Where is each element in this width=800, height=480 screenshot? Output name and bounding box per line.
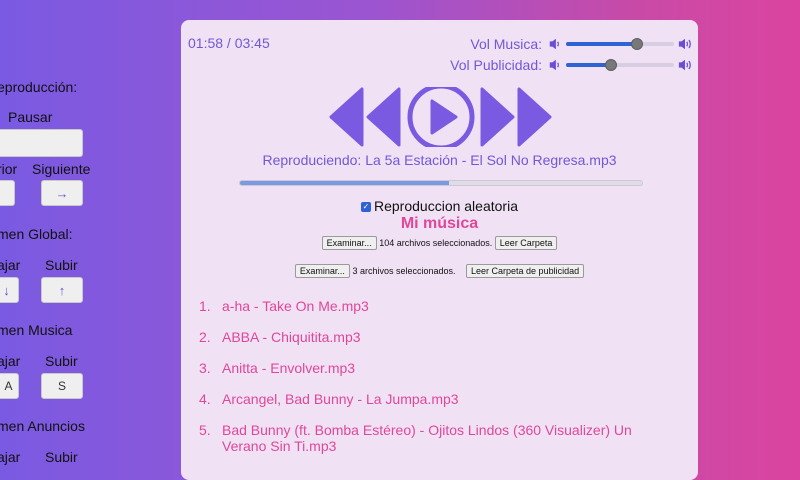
play-icon[interactable]: [407, 87, 475, 147]
pause-button[interactable]: [0, 129, 83, 157]
volume-low-icon[interactable]: [548, 37, 562, 51]
ads-volume-label: men Anuncios: [0, 418, 85, 434]
song-title: ABBA - Chiquitita.mp3: [222, 329, 361, 345]
next-button[interactable]: →: [41, 180, 83, 206]
playlist-item[interactable]: 2. ABBA - Chiquitita.mp3: [199, 329, 669, 345]
music-down-key: A: [4, 379, 13, 393]
previous-label: rior: [0, 161, 18, 177]
music-volume-label: men Musica: [0, 322, 73, 338]
global-down-label: ajar: [0, 257, 21, 273]
playback-progress-bar[interactable]: [239, 180, 643, 186]
music-volume-control: Vol Musica:: [470, 36, 692, 52]
section-title: Mi música: [400, 215, 479, 232]
global-up-label: Subir: [45, 257, 78, 273]
music-file-picker: Examinar... 104 archivos seleccionados. …: [181, 236, 698, 250]
shuffle-label: Reproduccion aleatoria: [374, 198, 518, 214]
volume-low-icon[interactable]: [548, 58, 562, 72]
pause-label: Pausar: [8, 109, 53, 125]
global-volume-label: men Global:: [0, 226, 73, 242]
playlist-item[interactable]: 3. Anitta - Envolver.mp3: [199, 360, 669, 376]
global-volume-down-button[interactable]: ↓: [0, 277, 19, 303]
now-playing-text: Reproduciendo: La 5a Estación - El Sol N…: [262, 152, 617, 168]
fast-forward-icon[interactable]: [480, 87, 552, 147]
next-label: Siguiente: [32, 161, 91, 177]
ads-file-picker: Examinar... 3 archivos seleccionados. Le…: [181, 264, 698, 278]
music-volume-down-button[interactable]: A: [0, 373, 19, 399]
checkbox-icon[interactable]: ✓: [361, 202, 371, 213]
ads-volume-control: Vol Publicidad:: [450, 57, 692, 73]
music-up-key: S: [57, 379, 66, 393]
song-title: Bad Bunny (ft. Bomba Estéreo) - Ojitos L…: [222, 422, 632, 454]
music-down-label: ajar: [0, 353, 21, 369]
browse-ads-button[interactable]: Examinar...: [294, 264, 350, 278]
music-volume-up-button[interactable]: S: [41, 373, 83, 399]
ads-volume-slider[interactable]: [566, 59, 674, 71]
shuffle-toggle[interactable]: ✓ Reproduccion aleatoria: [181, 198, 698, 214]
playlist-item[interactable]: 4. Arcangel, Bad Bunny - La Jumpa.mp3: [199, 391, 669, 407]
browse-music-button[interactable]: Examinar...: [321, 236, 377, 250]
previous-button[interactable]: [0, 180, 15, 206]
music-files-status: 104 archivos seleccionados.: [379, 238, 493, 248]
playlist-item[interactable]: 1. a-ha - Take On Me.mp3: [199, 298, 669, 314]
ads-volume-label: Vol Publicidad:: [450, 57, 542, 73]
music-volume-slider[interactable]: [566, 38, 674, 50]
song-title: Anitta - Envolver.mp3: [222, 360, 356, 376]
read-ads-folder-button[interactable]: Leer Carpeta de publicidad: [466, 264, 585, 278]
arrow-up-icon: ↑: [58, 282, 66, 298]
player-card: 01:58 / 03:45 Vol Musica: Vol Publicidad…: [181, 20, 698, 480]
music-up-label: Subir: [45, 353, 78, 369]
arrow-down-icon: ↓: [3, 282, 10, 298]
volume-high-icon[interactable]: [678, 37, 692, 51]
song-title: a-ha - Take On Me.mp3: [222, 298, 369, 314]
playlist: 1. a-ha - Take On Me.mp3 2. ABBA - Chiquit…: [199, 298, 669, 469]
transport-controls: [329, 87, 552, 147]
volume-high-icon[interactable]: [678, 58, 692, 72]
arrow-right-icon: →: [55, 185, 69, 201]
control-panel: eproducción: Pausar rior Siguiente → men…: [0, 0, 180, 465]
ads-files-status: 3 archivos seleccionados.: [352, 266, 456, 276]
playlist-item[interactable]: 5. Bad Bunny (ft. Bomba Estéreo) - Ojitos…: [199, 422, 669, 454]
read-folder-button[interactable]: Leer Carpeta: [494, 236, 558, 250]
rewind-icon[interactable]: [329, 87, 401, 147]
global-volume-up-button[interactable]: ↑: [41, 277, 83, 303]
music-volume-label: Vol Musica:: [470, 36, 542, 52]
playback-section-label: eproducción:: [0, 79, 78, 95]
playback-time: 01:58 / 03:45: [188, 35, 270, 51]
song-title: Arcangel, Bad Bunny - La Jumpa.mp3: [222, 391, 459, 407]
